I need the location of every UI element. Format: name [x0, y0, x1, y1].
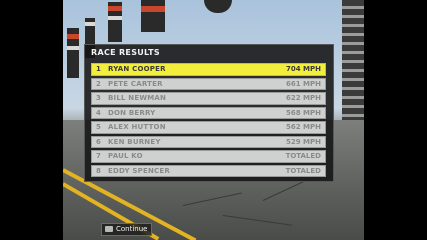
- continue-label: Continue: [116, 225, 148, 233]
- position-number: 6: [96, 137, 101, 146]
- position-number: 7: [96, 152, 101, 160]
- result-speed: 622 MPH: [285, 94, 321, 102]
- result-speed: 568 MPH: [285, 108, 321, 117]
- position-number: 8: [96, 166, 101, 175]
- controller-button-icon: [105, 226, 113, 232]
- driver-name: BILL NEWMAN: [108, 94, 167, 102]
- driver-name: DON BERRY: [108, 108, 156, 117]
- driver-name: EDDY SPENCER: [108, 166, 170, 175]
- position-number: 4: [96, 108, 101, 117]
- driver-name: ALEX HUTTON: [108, 123, 166, 131]
- result-speed: 704 MPH: [285, 65, 321, 73]
- position-number: 1: [96, 65, 101, 73]
- result-speed: 562 MPH: [285, 123, 321, 131]
- result-row: 8 EDDY SPENCER TOTALED: [91, 164, 326, 177]
- driver-name: PETE CARTER: [108, 79, 163, 88]
- result-row: 3 BILL NEWMAN 622 MPH: [91, 92, 326, 105]
- smokestack-tower: [67, 28, 79, 78]
- driver-name: KEN BURNEY: [108, 137, 161, 146]
- driver-name: PAUL KO: [108, 152, 143, 160]
- result-speed: 529 MPH: [285, 137, 321, 146]
- result-speed: TOTALED: [285, 166, 321, 175]
- continue-button[interactable]: Continue: [101, 223, 153, 236]
- position-number: 5: [96, 123, 101, 131]
- result-row: 7 PAUL KO TOTALED: [91, 150, 326, 163]
- results-list: 1 RYAN COOPER 704 MPH 2 PETE CARTER 661 MPH 3 B…: [91, 63, 326, 179]
- race-results-panel: RACE RESULTS 1 RYAN COOPER 704 MPH 2 PETE CA…: [84, 44, 334, 182]
- result-speed: 661 MPH: [285, 79, 321, 88]
- result-row: 1 RYAN COOPER 704 MPH: [91, 63, 326, 76]
- result-row: 6 KEN BURNEY 529 MPH: [91, 135, 326, 148]
- result-row: 2 PETE CARTER 661 MPH: [91, 77, 326, 90]
- position-number: 3: [96, 94, 101, 102]
- grandstand-fence: [342, 0, 364, 120]
- result-row: 4 DON BERRY 568 MPH: [91, 106, 326, 119]
- smokestack-tower: [141, 0, 165, 32]
- result-speed: TOTALED: [285, 152, 321, 160]
- result-row: 5 ALEX HUTTON 562 MPH: [91, 121, 326, 134]
- letterbox-right: [364, 0, 427, 240]
- smokestack-tower: [108, 2, 122, 42]
- balloon: [204, 0, 232, 13]
- panel-title: RACE RESULTS: [91, 48, 160, 57]
- driver-name: RYAN COOPER: [108, 65, 166, 73]
- letterbox-left: [0, 0, 63, 240]
- game-screen: RACE RESULTS 1 RYAN COOPER 704 MPH 2 PETE CA…: [0, 0, 427, 240]
- position-number: 2: [96, 79, 101, 88]
